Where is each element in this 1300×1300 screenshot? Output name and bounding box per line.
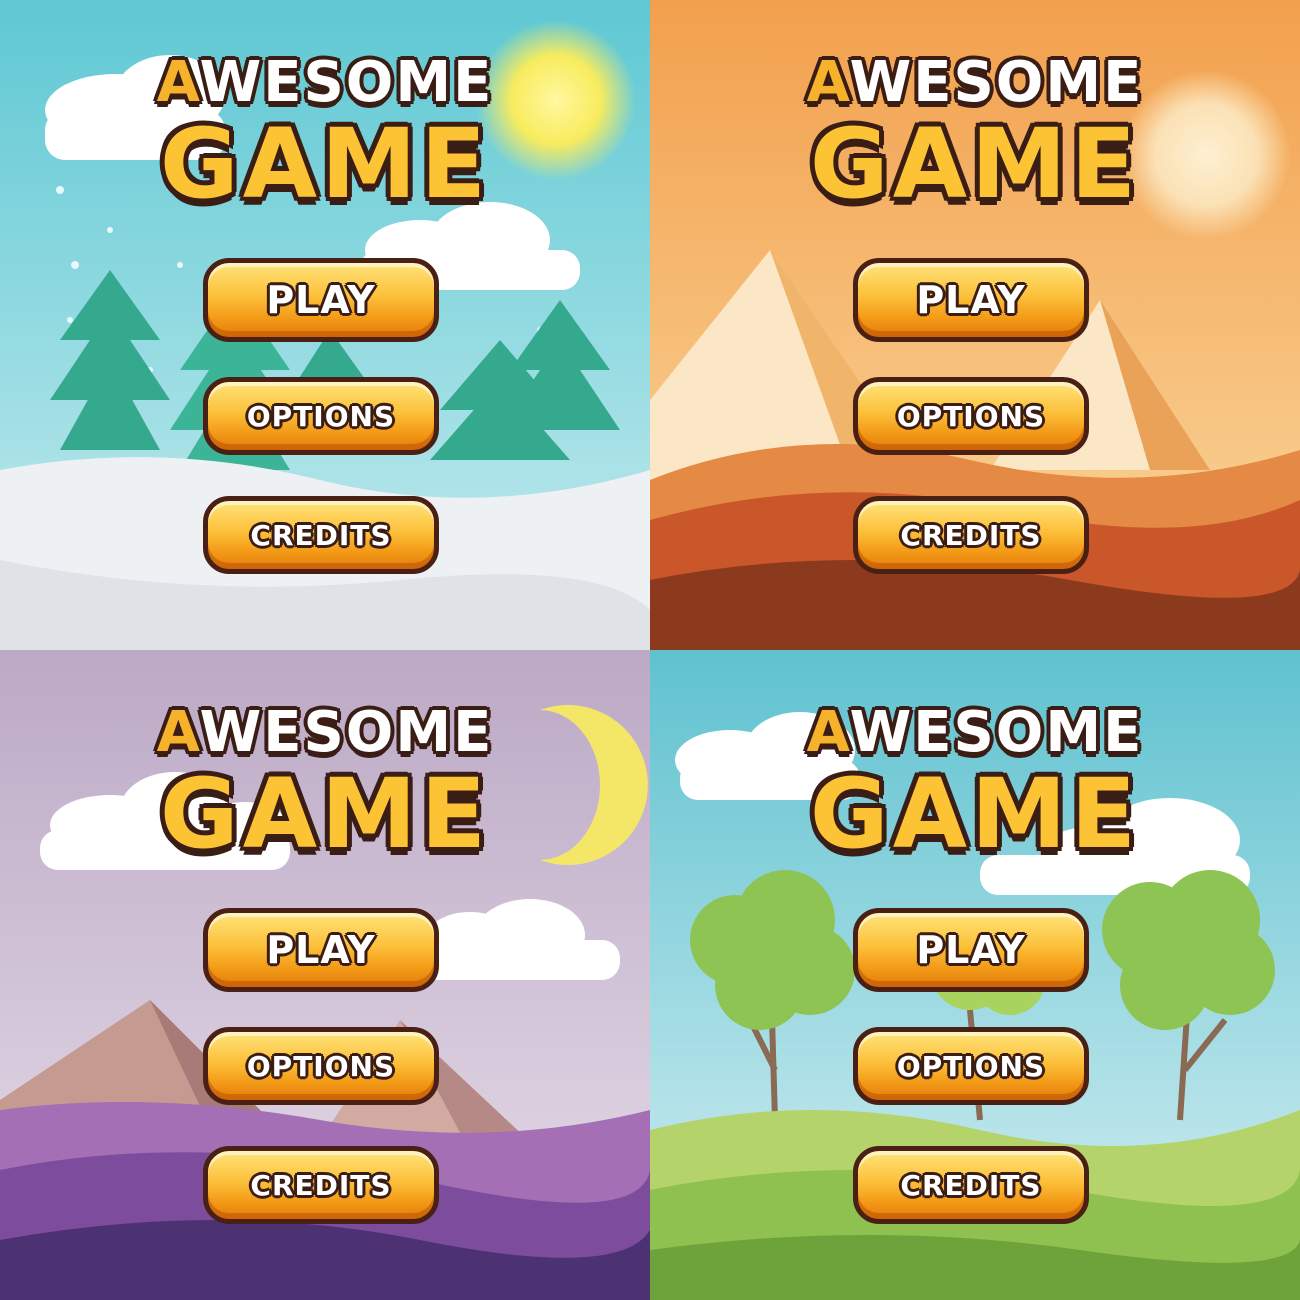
game-menu-set: AWESOME GAME PLAY OPTIONS CREDITS AWESOM… [0, 0, 1300, 1300]
play-button-label: PLAY [916, 278, 1026, 322]
credits-button-label: CREDITS [900, 518, 1042, 552]
game-title-line2: GAME [809, 758, 1141, 870]
game-title-line2: GAME [159, 758, 491, 870]
credits-button-label: CREDITS [250, 1168, 392, 1202]
game-title-line2: GAME [159, 108, 491, 220]
game-title-line1: AWESOME [650, 700, 1300, 765]
title-first-letter: A [806, 700, 850, 765]
title-first-letter: A [156, 50, 200, 115]
game-title-line1: AWESOME [650, 50, 1300, 115]
meadow-menu-screen: AWESOME GAME PLAY OPTIONS CREDITS [650, 650, 1300, 1300]
options-button-label: OPTIONS [896, 1049, 1046, 1083]
options-button[interactable]: OPTIONS [203, 1027, 439, 1105]
options-button[interactable]: OPTIONS [203, 377, 439, 455]
credits-button[interactable]: CREDITS [853, 1146, 1089, 1224]
credits-button-label: CREDITS [250, 518, 392, 552]
play-button[interactable]: PLAY [203, 258, 439, 342]
title-rest: WESOME [849, 700, 1144, 765]
desert-menu-screen: AWESOME GAME PLAY OPTIONS CREDITS [650, 0, 1300, 650]
options-button-label: OPTIONS [246, 399, 396, 433]
game-title-line1: AWESOME [0, 50, 650, 115]
play-button-label: PLAY [916, 928, 1026, 972]
play-button[interactable]: PLAY [853, 908, 1089, 992]
play-button-label: PLAY [266, 278, 376, 322]
title-rest: WESOME [849, 50, 1144, 115]
play-button[interactable]: PLAY [853, 258, 1089, 342]
options-button-label: OPTIONS [896, 399, 1046, 433]
title-first-letter: A [156, 700, 200, 765]
credits-button[interactable]: CREDITS [203, 496, 439, 574]
title-rest: WESOME [199, 700, 494, 765]
options-button[interactable]: OPTIONS [853, 1027, 1089, 1105]
credits-button[interactable]: CREDITS [853, 496, 1089, 574]
winter-menu-screen: AWESOME GAME PLAY OPTIONS CREDITS [0, 0, 650, 650]
credits-button-label: CREDITS [900, 1168, 1042, 1202]
tree-icon [1102, 870, 1275, 1030]
game-title-line1: AWESOME [0, 700, 650, 765]
options-button[interactable]: OPTIONS [853, 377, 1089, 455]
play-button[interactable]: PLAY [203, 908, 439, 992]
credits-button[interactable]: CREDITS [203, 1146, 439, 1224]
night-menu-screen: AWESOME GAME PLAY OPTIONS CREDITS [0, 650, 650, 1300]
game-title-line2: GAME [809, 108, 1141, 220]
options-button-label: OPTIONS [246, 1049, 396, 1083]
play-button-label: PLAY [266, 928, 376, 972]
title-rest: WESOME [199, 50, 494, 115]
title-first-letter: A [806, 50, 850, 115]
